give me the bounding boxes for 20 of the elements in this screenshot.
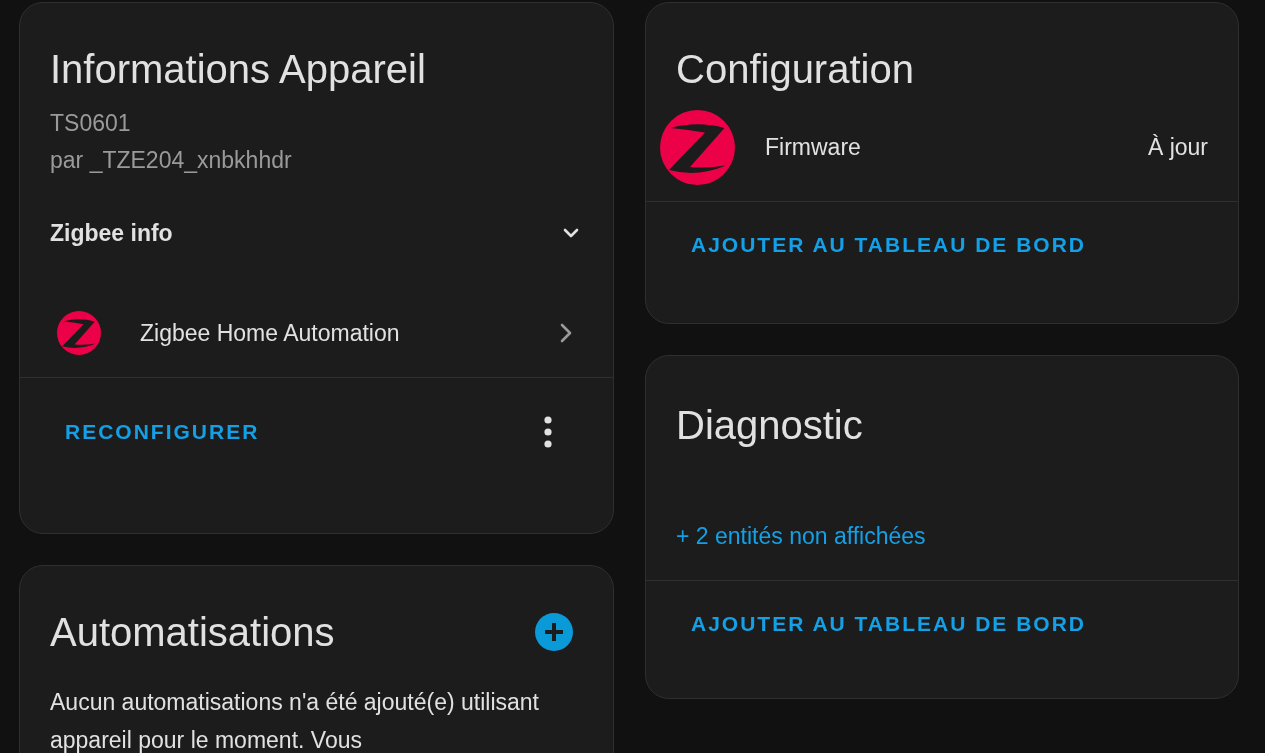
hidden-entities-link[interactable]: + 2 entités non affichées — [676, 523, 926, 550]
entity-name[interactable]: Firmware — [765, 133, 1118, 161]
card-title: Automatisations — [50, 609, 335, 656]
entity-state: À jour — [1147, 133, 1208, 161]
add-icon[interactable] — [535, 613, 573, 651]
device-manufacturer: par _TZE204_xnbkhhdr — [50, 146, 293, 175]
add-to-dashboard-button[interactable]: AJOUTER AU TABLEAU DE BORD — [677, 604, 1100, 644]
empty-message: Aucun automatisations n'a été ajouté(e) utilisant appareil pour le moment. Vous — [49, 688, 540, 753]
device-model: TS0601 — [50, 109, 132, 138]
card-title: Diagnostic — [676, 402, 864, 449]
card-title: Configuration — [676, 46, 915, 93]
expander-label[interactable]: Zigbee info — [50, 219, 173, 247]
zigbee-logo-icon — [57, 311, 101, 355]
more-options-icon[interactable] — [543, 416, 553, 448]
reconfigure-button[interactable]: RECONFIGURER — [51, 412, 274, 452]
integration-link[interactable]: Zigbee Home Automation — [140, 319, 520, 347]
add-to-dashboard-button[interactable]: AJOUTER AU TABLEAU DE BORD — [677, 225, 1100, 265]
zigbee-logo-icon — [660, 109, 735, 185]
chevron-right-icon[interactable] — [559, 322, 573, 344]
card-title: Informations Appareil — [50, 46, 427, 93]
